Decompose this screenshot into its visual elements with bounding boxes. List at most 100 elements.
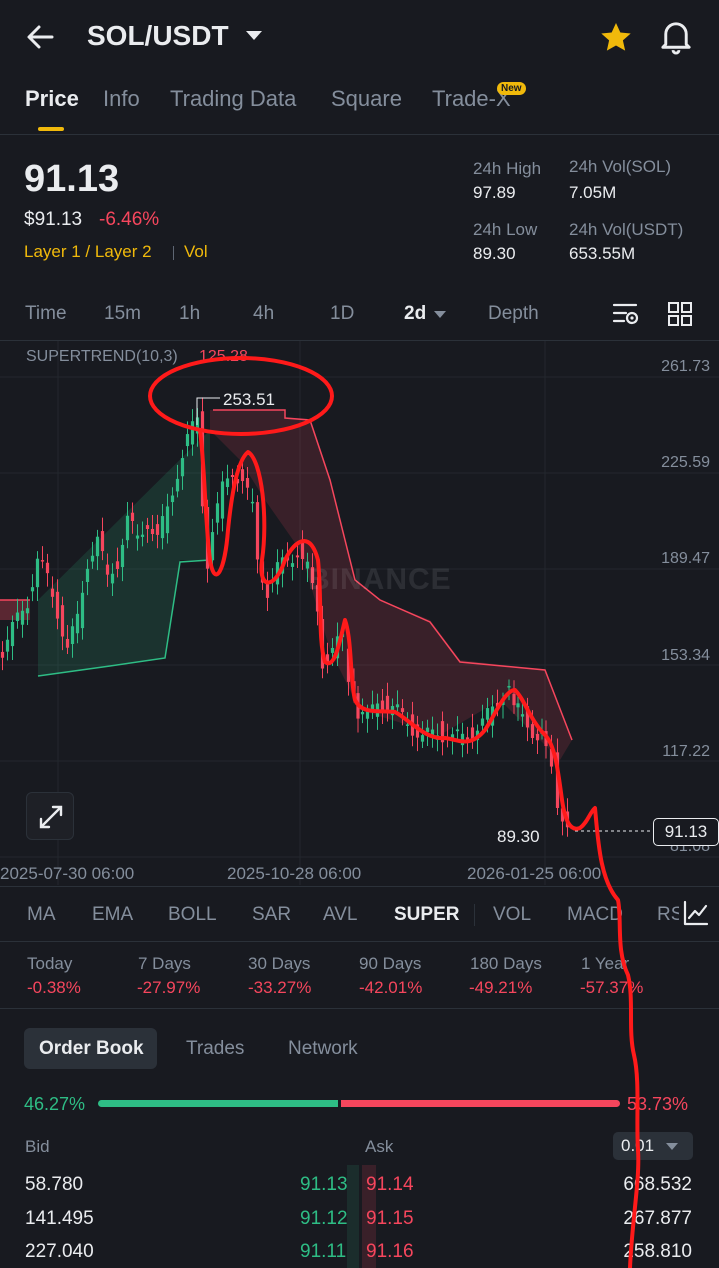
tag-vol[interactable]: Vol [184,242,208,262]
tab-active-indicator [38,127,64,131]
favorite-button[interactable] [598,20,634,61]
candle-body [450,734,455,741]
candle-body [50,588,55,597]
alert-button[interactable] [658,18,694,61]
date-axis-1: 2025-07-30 06:00 [0,864,135,883]
candle-body [215,503,220,523]
candle-body [340,633,345,638]
candle-body [40,560,45,562]
interval-caret-icon[interactable] [434,311,446,318]
bid-price-1[interactable]: 91.13 [300,1174,348,1196]
candle-body [225,478,230,488]
ask-price-2[interactable]: 91.15 [366,1208,414,1230]
tab-square[interactable]: Square [331,86,402,112]
caret-down-icon[interactable] [246,31,262,40]
bid-price-3[interactable]: 91.11 [300,1241,346,1263]
chart-settings-button[interactable] [612,301,640,332]
tab-order-book[interactable]: Order Book [39,1038,144,1060]
candle-body [430,729,435,738]
indicator-macd[interactable]: MACD [567,904,623,926]
candle-body [10,621,15,647]
candle-body [255,502,260,560]
candle-body [335,636,340,659]
bid-qty-1: 58.780 [25,1174,84,1195]
candle-body [125,515,130,541]
bid-price-2[interactable]: 91.12 [300,1208,348,1230]
indicator-sar[interactable]: SAR [252,904,291,926]
candle-body [25,608,30,614]
candle-body [145,525,150,529]
perf-label-7d: 7 Days [138,954,191,973]
indicator-label: SUPERTREND(10,3) [26,348,178,365]
candle-body [555,752,560,808]
tab-trading-data[interactable]: Trading Data [170,86,296,112]
chart-settings-icon [612,303,639,325]
interval-depth[interactable]: Depth [488,303,539,325]
ask-price-3[interactable]: 91.16 [366,1241,414,1263]
interval-4h[interactable]: 4h [253,303,274,325]
candle-body [95,536,100,557]
tab-trades[interactable]: Trades [186,1038,244,1060]
candle-body [375,703,380,717]
price-axis-3: 189.47 [661,550,710,567]
indicator-avl[interactable]: AVL [323,904,358,926]
candle-body [560,808,565,822]
indicator-super[interactable]: SUPER [394,904,459,926]
ask-header: Ask [365,1137,394,1156]
tab-network[interactable]: Network [288,1038,358,1060]
price-chart[interactable] [0,340,719,885]
last-price: 91.13 [24,158,120,200]
indicator-rsi[interactable]: RSI [657,904,679,925]
candle-body [20,610,25,625]
bid-header: Bid [25,1137,50,1156]
perf-label-today: Today [27,954,73,973]
candle-body [55,591,60,619]
interval-time[interactable]: Time [25,303,67,325]
low-label: 24h Low [473,220,538,239]
indicator-vol[interactable]: VOL [493,904,531,926]
tab-price[interactable]: Price [25,86,79,112]
interval-1h[interactable]: 1h [179,303,200,325]
candle-body [210,532,215,561]
date-axis-2: 2025-10-28 06:00 [227,864,362,883]
interval-15m[interactable]: 15m [104,303,141,325]
interval-2d[interactable]: 2d [404,303,426,325]
candle-body [170,495,175,503]
expand-icon [39,805,63,829]
ask-price-1[interactable]: 91.14 [366,1174,414,1196]
candle-body [230,474,235,478]
high-value: 97.89 [473,183,516,202]
candle-body [520,714,525,717]
indicator-settings-button[interactable] [680,899,710,932]
candle-body [65,638,70,648]
indicator-ema[interactable]: EMA [92,904,133,926]
vol-usdt-value: 653.55M [569,244,636,263]
pair-title[interactable]: SOL/USDT [87,20,229,52]
candle-body [525,706,530,728]
bid-ratio: 46.27% [24,1094,86,1114]
fullscreen-button[interactable] [26,792,74,840]
current-price-tag[interactable]: 91.13 [653,818,719,846]
candle-body [285,556,290,561]
candle-body [150,528,155,535]
perf-value-90d: -42.01% [359,978,423,997]
candle-body [30,587,35,592]
indicator-boll[interactable]: BOLL [168,904,217,926]
layout-grid-button[interactable] [667,301,693,332]
precision-select[interactable]: 0.01 [613,1132,693,1160]
interval-1d[interactable]: 1D [330,303,354,325]
candle-body [70,626,75,645]
candle-body [356,693,360,719]
indicator-ma[interactable]: MA [27,904,56,926]
indicator-top-divider [0,886,719,887]
tab-info[interactable]: Info [103,86,140,112]
back-button[interactable] [24,22,58,52]
tag-separator [173,246,174,260]
candle-body [220,481,225,519]
high-marker: 253.51 [223,390,275,409]
perf-value-1y: -57.37% [580,978,644,997]
indicator-bottom-divider [0,941,719,942]
candle-body [35,558,40,588]
tag-layer[interactable]: Layer 1 / Layer 2 [24,242,152,262]
candle-body [470,727,475,741]
